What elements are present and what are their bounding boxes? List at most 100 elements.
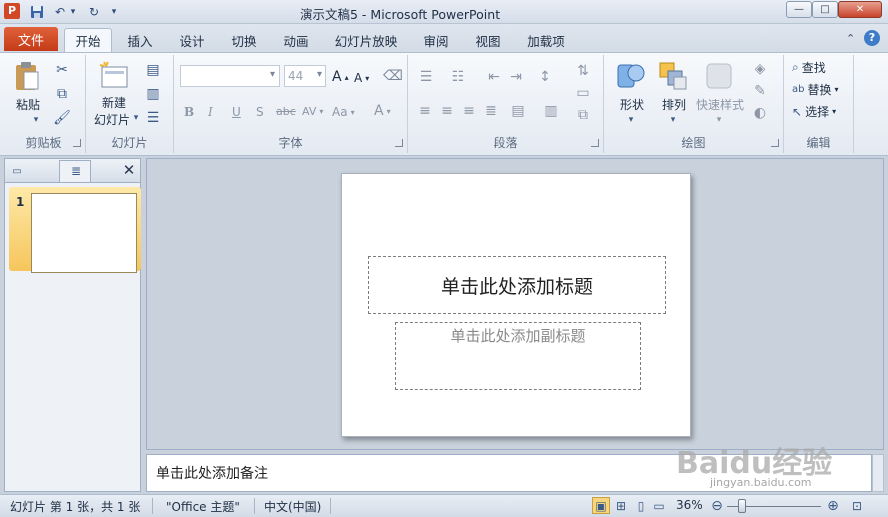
tab-review[interactable]: 审阅 [414,28,458,52]
text-direction-icon[interactable]: ⇅ [572,63,594,79]
justify-icon[interactable]: ≣ [482,103,500,119]
new-slide-icon[interactable] [98,59,130,91]
quick-styles-icon[interactable] [702,59,736,93]
tab-file[interactable]: 文件 [4,27,58,51]
slideshow-view-icon[interactable]: ▭ [650,497,668,514]
shapes-icon[interactable] [614,59,648,93]
fit-to-window-icon[interactable]: ⊡ [848,497,866,514]
slide-canvas[interactable]: 单击此处添加标题 单击此处添加副标题 [341,173,691,437]
shapes-button[interactable]: 形状 [612,97,652,113]
redo-icon[interactable]: ↻ [86,3,102,21]
shadow-button[interactable]: S [256,105,264,119]
paste-button[interactable]: 粘贴 [8,97,48,113]
shape-effects-icon[interactable]: ◐ [748,105,772,121]
align-left-icon[interactable]: ≡ [416,103,434,119]
font-name-combobox[interactable] [180,65,280,87]
find-button[interactable]: ⌕ 查找 [792,59,826,76]
format-painter-icon[interactable]: 🖌 [52,109,72,127]
underline-button[interactable]: U [232,105,241,119]
replace-button[interactable]: ab 替换 ▾ [792,81,839,98]
undo-dropdown-icon[interactable]: ▾ [68,3,78,21]
increase-indent-icon[interactable]: ⇥ [506,69,526,85]
shape-outline-icon[interactable]: ✎ [748,83,772,99]
italic-button[interactable]: I [208,105,213,119]
numbering-icon[interactable]: ☷ [448,69,468,85]
paste-dropdown-icon[interactable]: ▾ [31,115,41,125]
notes-pane[interactable]: 单击此处添加备注 [146,454,872,492]
reset-icon[interactable]: ▥ [142,85,164,103]
save-icon[interactable] [28,3,46,21]
undo-icon[interactable]: ↶ [52,3,68,21]
new-slide-label-line1[interactable]: 新建 [90,95,138,111]
arrange-button[interactable]: 排列 [654,97,694,113]
paste-icon[interactable] [12,59,42,93]
zoom-slider-thumb[interactable] [738,499,746,513]
decrease-indent-icon[interactable]: ⇤ [484,69,504,85]
customize-qat-icon[interactable]: ▾ [108,3,120,21]
shape-fill-icon[interactable]: ◈ [748,61,772,77]
tab-home[interactable]: 开始 [64,28,112,52]
layout-icon[interactable]: ▤ [142,61,164,79]
tab-transitions[interactable]: 切换 [222,28,266,52]
line-spacing-icon[interactable]: ↕ [534,69,556,85]
font-color-button[interactable]: A ▾ [374,103,391,119]
language-status[interactable]: 中文(中国) [264,498,321,515]
tab-insert[interactable]: 插入 [118,28,162,52]
select-button[interactable]: ↖ 选择 ▾ [792,103,836,120]
clipboard-launcher-icon[interactable] [73,139,81,147]
arrange-dropdown-icon[interactable]: ▾ [668,115,678,125]
slide-thumbnail[interactable] [31,193,137,273]
quick-styles-dropdown-icon[interactable]: ▾ [714,115,724,125]
paragraph-launcher-icon[interactable] [591,139,599,147]
shapes-dropdown-icon[interactable]: ▾ [626,115,636,125]
tab-slides-icon[interactable]: ▭ [9,163,25,179]
section-icon[interactable]: ☰ [142,109,164,127]
change-case-button[interactable]: Aa ▾ [332,105,355,119]
tab-slideshow[interactable]: 幻灯片放映 [330,28,402,52]
tab-addins[interactable]: 加载项 [520,28,572,52]
normal-view-icon[interactable]: ▣ [592,497,610,514]
copy-icon[interactable]: ⧉ [52,85,72,103]
arrange-icon[interactable] [656,59,690,93]
powerpoint-app-icon[interactable]: P [4,3,20,19]
cut-icon[interactable]: ✂ [52,61,72,79]
minimize-button[interactable]: — [786,1,812,18]
columns-icon[interactable]: ▥ [540,103,562,119]
align-text-icon[interactable]: ▭ [572,85,594,101]
smartart-icon[interactable]: ⧉ [572,107,594,123]
bold-button[interactable]: B [184,105,194,119]
tab-outline[interactable]: ≣ [59,160,91,182]
new-slide-label-line2[interactable]: 幻灯片 [88,112,136,128]
drawing-launcher-icon[interactable] [771,139,779,147]
tab-view[interactable]: 视图 [466,28,510,52]
zoom-in-icon[interactable]: ⊕ [824,497,842,514]
align-right-icon[interactable]: ≡ [460,103,478,119]
align-center-icon[interactable]: ≡ [438,103,456,119]
distribute-icon[interactable]: ▤ [508,103,528,119]
tab-design[interactable]: 设计 [170,28,214,52]
zoom-percent[interactable]: 36% [676,498,703,512]
clear-formatting-icon[interactable]: ⌫ [383,67,403,85]
close-button[interactable]: ✕ [838,1,882,18]
title-placeholder[interactable]: 单击此处添加标题 [368,256,666,314]
minimize-ribbon-icon[interactable]: ⌃ [846,32,860,46]
slide-thumbnail-selected[interactable]: 1 [9,187,141,273]
shrink-font-button[interactable]: A ▾ [354,71,369,85]
bullets-icon[interactable]: ☰ [416,69,436,85]
strikethrough-button[interactable]: abc [276,105,296,118]
tab-animations[interactable]: 动画 [274,28,318,52]
theme-status[interactable]: "Office 主题" [166,498,240,515]
reading-view-icon[interactable]: ▯ [632,497,650,514]
subtitle-placeholder[interactable]: 单击此处添加副标题 [395,322,641,390]
font-size-combobox[interactable]: 44 [284,65,326,87]
zoom-out-icon[interactable]: ⊖ [708,497,726,514]
slide-sorter-view-icon[interactable]: ⊞ [612,497,630,514]
maximize-button[interactable]: □ [812,1,838,18]
grow-font-button[interactable]: A ▴ [332,69,349,85]
close-pane-icon[interactable]: ✕ [121,161,137,179]
new-slide-dropdown-icon[interactable]: ▾ [132,113,140,123]
font-launcher-icon[interactable] [395,139,403,147]
notes-scrollbar[interactable] [872,454,884,492]
help-icon[interactable]: ? [864,30,880,46]
quick-styles-button[interactable]: 快速样式 [692,97,748,113]
